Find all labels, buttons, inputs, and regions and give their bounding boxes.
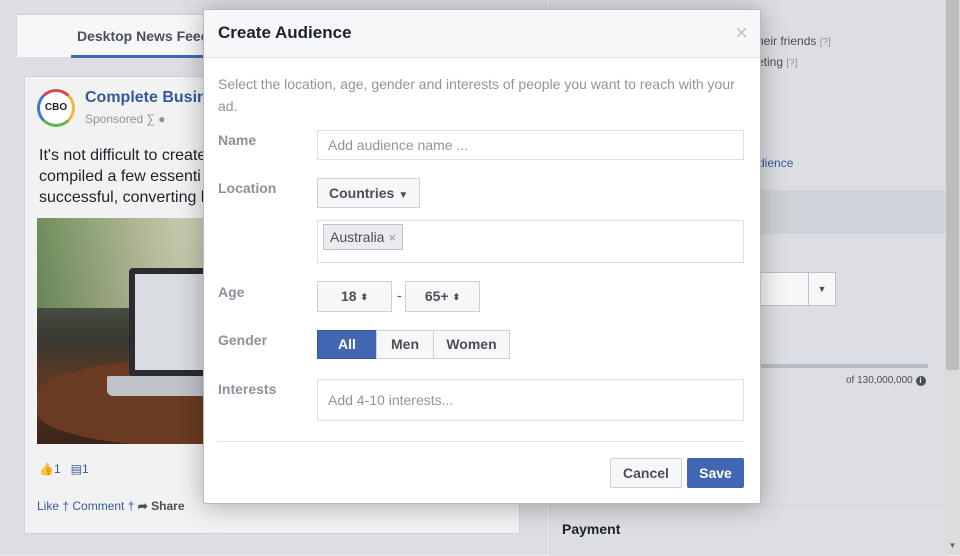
like-count-icon: 👍 <box>39 462 54 476</box>
share-link[interactable]: ➦ Share <box>138 499 185 513</box>
save-button[interactable]: Save <box>687 458 744 488</box>
dialog-divider <box>217 441 744 442</box>
payment-section[interactable]: Payment <box>550 505 946 556</box>
share-icon: ➦ <box>137 499 148 513</box>
friends-option-label: heir friends <box>757 34 817 48</box>
gender-option-men[interactable]: Men <box>376 330 434 359</box>
scrollbar-thumb[interactable] <box>946 0 959 370</box>
remove-token-icon[interactable]: × <box>388 230 396 245</box>
comment-count: 1 <box>82 462 89 476</box>
like-link[interactable]: Like <box>37 499 59 513</box>
dialog-title: Create Audience <box>218 23 352 42</box>
reach-text: of 130,000,000 i <box>846 375 926 386</box>
interests-input[interactable] <box>317 379 744 421</box>
age-min-select[interactable]: 18 ⬍ <box>317 281 392 312</box>
chevron-down-icon: ▼ <box>398 190 409 201</box>
audience-name-input[interactable] <box>317 130 744 160</box>
location-label: Location <box>218 180 277 196</box>
location-token-input[interactable]: Australia × <box>317 220 744 263</box>
post-counts: 👍1 ▤1 <box>39 462 89 476</box>
age-separator: - <box>397 287 402 303</box>
sponsored-label: Sponsored ∑ ● <box>85 112 166 126</box>
scroll-down-arrow-icon[interactable]: ▼ <box>945 538 960 553</box>
separator: † <box>62 499 73 513</box>
help-icon[interactable]: [?] <box>820 37 831 48</box>
stepper-icon: ⬍ <box>452 292 461 302</box>
gender-option-women[interactable]: Women <box>433 330 510 359</box>
page-logo[interactable]: CBO <box>37 89 75 127</box>
interests-label: Interests <box>218 381 277 397</box>
post-actions: Like † Comment † ➦ Share <box>37 499 185 513</box>
gender-option-all[interactable]: All <box>317 330 377 359</box>
dialog-header: Create Audience × <box>204 10 760 58</box>
age-min-value: 18 <box>340 288 357 304</box>
location-type-value: Countries <box>329 185 395 201</box>
help-icon[interactable]: [?] <box>786 58 797 69</box>
friends-option[interactable]: heir friends [?] <box>757 34 831 48</box>
dialog-description: Select the location, age, gender and int… <box>218 76 735 114</box>
audience-link[interactable]: dience <box>758 156 793 170</box>
age-max-value: 65+ <box>424 288 449 304</box>
payment-label: Payment <box>562 521 621 537</box>
page-name-link[interactable]: Complete Busin <box>85 89 207 107</box>
create-audience-dialog: Create Audience × Select the location, a… <box>203 9 761 504</box>
location-type-dropdown[interactable]: Countries ▼ <box>317 178 421 208</box>
age-max-select[interactable]: 65+ ⬍ <box>405 281 480 312</box>
reach-value: of 130,000,000 <box>846 375 913 386</box>
share-label: Share <box>151 499 185 513</box>
tab-desktop-news-feed[interactable]: Desktop News Feed <box>71 15 216 58</box>
name-label: Name <box>218 132 257 148</box>
cancel-button[interactable]: Cancel <box>610 458 682 488</box>
gender-label: Gender <box>218 332 268 348</box>
close-icon[interactable]: × <box>735 22 748 44</box>
info-icon[interactable]: i <box>915 376 926 386</box>
location-token-label: Australia <box>330 229 385 245</box>
chevron-down-icon: ▼ <box>808 273 835 305</box>
comment-link[interactable]: Comment <box>72 499 124 513</box>
targeting-option[interactable]: eting [?] <box>757 55 798 69</box>
like-count: 1 <box>53 462 61 476</box>
stepper-icon: ⬍ <box>360 292 369 302</box>
comment-count-icon: ▤ <box>70 462 82 476</box>
age-label: Age <box>218 284 245 300</box>
separator: † <box>127 499 138 513</box>
location-token: Australia × <box>323 224 404 250</box>
